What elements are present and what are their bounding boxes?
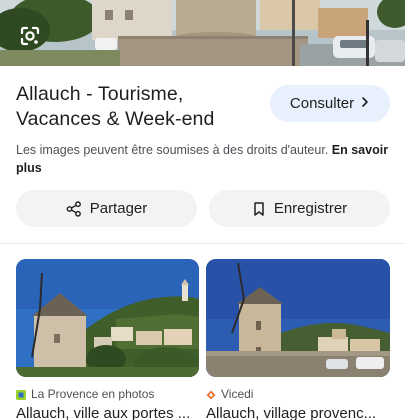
save-button-label: Enregistrer xyxy=(273,200,348,217)
consult-button[interactable]: Consulter xyxy=(270,85,390,122)
related-source-2[interactable]: Vicedi xyxy=(206,387,253,401)
copyright-notice-text: Les images peuvent être soumises à des d… xyxy=(16,143,329,157)
related-source-1[interactable]: La Provence en photos xyxy=(16,387,154,401)
related-image-1[interactable] xyxy=(16,259,199,377)
hero-image[interactable] xyxy=(0,0,405,66)
source-favicon-icon xyxy=(16,389,26,400)
source-favicon-icon xyxy=(206,389,216,400)
section-divider xyxy=(0,243,405,244)
share-button[interactable]: Partager xyxy=(16,190,197,227)
share-button-label: Partager xyxy=(89,200,148,217)
save-button[interactable]: Enregistrer xyxy=(209,190,390,227)
related-source-1-label: La Provence en photos xyxy=(31,387,155,401)
related-source-2-label: Vicedi xyxy=(221,387,254,401)
google-lens-icon[interactable] xyxy=(19,25,41,47)
chevron-right-icon xyxy=(360,95,370,112)
share-icon xyxy=(66,200,82,217)
bookmark-icon xyxy=(252,201,266,217)
related-caption-2[interactable]: Allauch, village provenc... xyxy=(206,405,392,420)
copyright-notice: Les images peuvent être soumises à des d… xyxy=(16,141,391,177)
related-image-2[interactable] xyxy=(206,259,390,377)
related-caption-1[interactable]: Allauch, ville aux portes ... xyxy=(16,405,202,420)
consult-button-label: Consulter xyxy=(289,95,355,112)
result-title: Allauch - Tourisme, Vacances & Week-end xyxy=(16,83,215,130)
